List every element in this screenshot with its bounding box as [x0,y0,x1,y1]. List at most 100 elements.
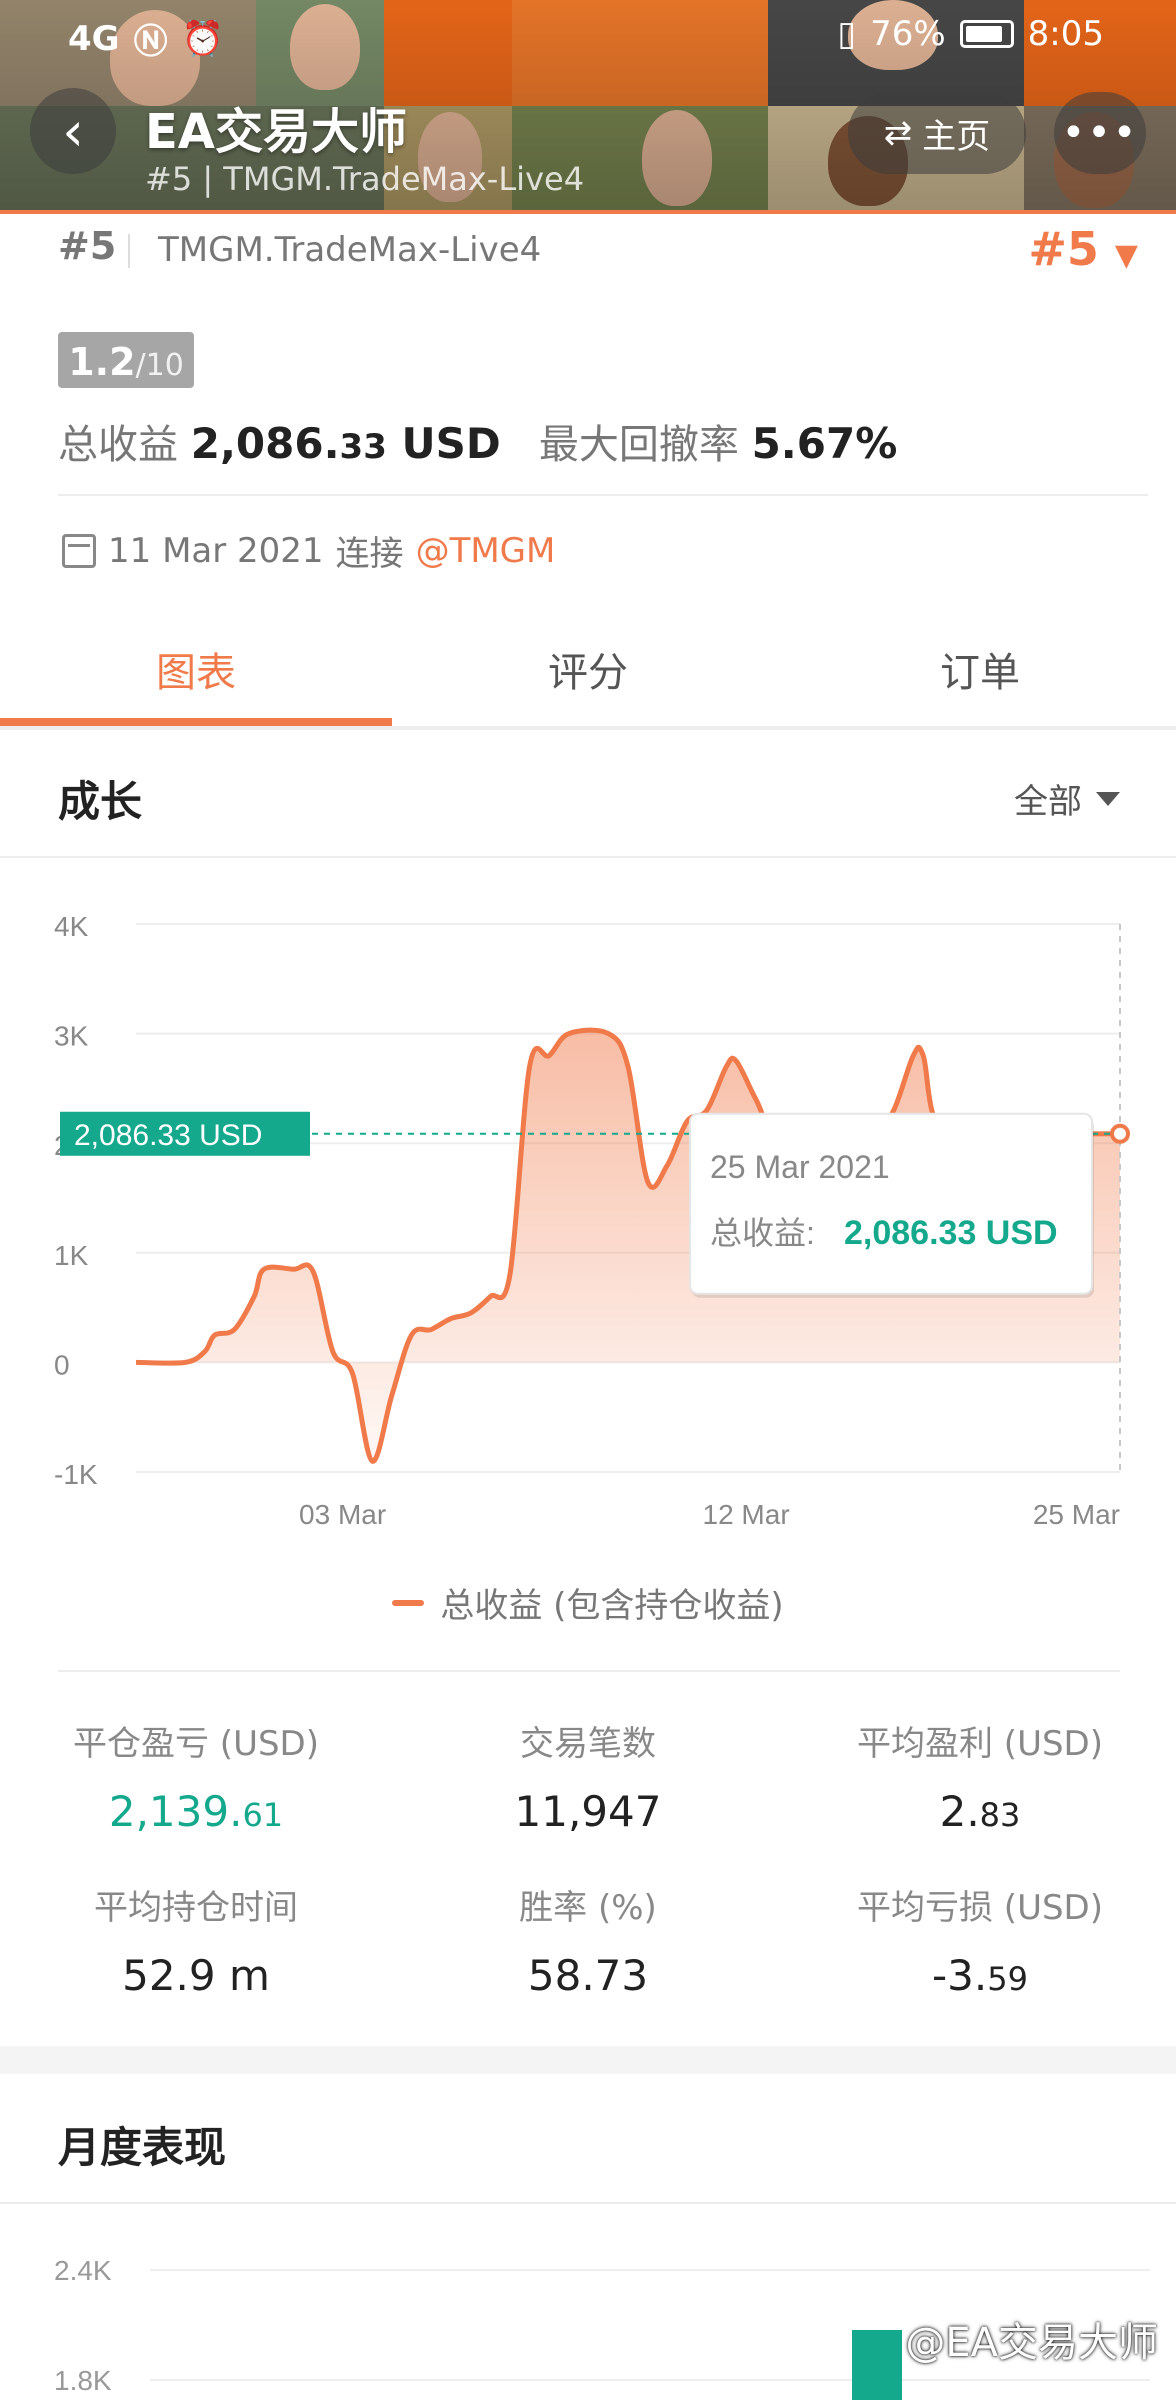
total-profit-decimals: 33 [339,427,387,467]
tooltip-label: 总收益: [710,1215,815,1251]
banner-accent-line [0,210,1176,214]
stat-avg-hold-time: 平均持仓时间 52.9 m [0,1880,392,2000]
tooltip-date: 25 Mar 2021 [710,1149,890,1185]
divider [0,726,1176,730]
monthly-chart[interactable]: 2.4K 1.8K [0,2210,1176,2400]
broker-link[interactable]: @TMGM [416,531,556,571]
legend-swatch [392,1599,425,1606]
separator [128,234,130,268]
back-button[interactable]: ‹ [30,88,116,174]
total-profit-value: 2,086. [190,419,340,468]
alarm-icon: ⏰ [181,18,224,59]
profit-summary: 总收益 2,086.33 USD 最大回撤率 5.67% [58,412,897,470]
divider [0,2202,1176,2204]
range-filter[interactable]: 全部 [1014,774,1120,823]
y-tick-label: 0 [54,1349,70,1380]
stat-value: 2.83 [939,1787,1021,1836]
vibrate-icon: ▯ [837,14,857,54]
total-profit-label: 总收益 [58,422,178,468]
section-title: 月度表现 [58,2123,227,2172]
stat-avg-profit: 平均盈利 (USD) 2.83 [784,1716,1176,1836]
chevron-left-icon: ‹ [62,99,84,163]
divider [58,1670,1120,1672]
stat-label: 平均盈利 (USD) [857,1724,1103,1764]
y-tick-label: 1.8K [54,2365,112,2396]
data-point-marker [1110,1123,1130,1144]
x-tick-label: 12 Mar [703,1499,790,1530]
stat-value: 2,139.61 [108,1787,284,1836]
score-value: 1.2 [68,340,136,384]
y-tick-label: 4K [54,911,89,942]
battery-percent: 76% [870,14,946,54]
chart-legend[interactable]: 总收益 (包含持仓收益) [0,1578,1176,1627]
stat-label: 胜率 (%) [519,1888,657,1928]
stat-label: 平均亏损 (USD) [857,1888,1103,1928]
stat-label: 平均持仓时间 [94,1888,298,1928]
stat-value: 52.9 m [122,1951,270,2000]
tab-indicator [0,718,392,726]
stat-value: 11,947 [514,1787,662,1836]
tab-orders[interactable]: 订单 [784,640,1176,698]
y-tick-label: -1K [54,1459,98,1490]
tooltip-box [689,1112,1093,1295]
connect-info: 11 Mar 2021 连接 @TMGM [62,526,555,575]
y-tick-label: 3K [54,1021,89,1052]
watermark: @EA交易大师 [905,2320,1158,2366]
section-gap [0,2046,1176,2074]
tab-rating[interactable]: 评分 [392,640,784,698]
home-button[interactable]: ⇄ 主页 [848,92,1026,174]
status-bar: 4G Ⓝ ⏰ ▯ 76% 8:05 [0,0,1176,70]
range-filter-label: 全部 [1014,782,1082,822]
divider [0,856,1176,858]
divider [58,494,1148,496]
rank-dropdown[interactable]: #5 ▼ [1028,222,1138,276]
ellipsis-icon: ••• [1061,110,1139,156]
caret-down-icon [1096,791,1120,806]
connect-label: 连接 [335,534,404,574]
score-badge: 1.2 /10 [58,332,194,388]
battery-icon [959,20,1014,48]
total-profit-unit: USD [401,419,501,468]
stat-closed-pnl: 平仓盈亏 (USD) 2,139.61 [0,1716,392,1836]
growth-chart[interactable]: 4K3K2K1K0-1K03 Mar12 Mar25 Mar2,086.33 U… [0,860,1176,1540]
x-tick-label: 03 Mar [299,1499,386,1530]
current-value-label: 2,086.33 USD [74,1119,262,1152]
rank-row: #5 TMGM.TradeMax-Live4 #5 ▼ [58,222,1138,278]
section-title: 成长 [58,777,143,826]
rank-small: #5 [58,224,117,268]
score-max: /10 [135,348,184,383]
drawdown-value: 5.67% [751,419,898,468]
stat-avg-loss: 平均亏损 (USD) -3.59 [784,1880,1176,2000]
stat-value: 58.73 [527,1951,649,2000]
x-tick-label: 25 Mar [1033,1499,1120,1530]
page-subtitle: #5 | TMGM.TradeMax-Live4 [145,160,585,198]
drawdown-label: 最大回撤率 [538,422,739,468]
page-title: EA交易大师 [145,104,407,160]
clock: 8:05 [1027,14,1104,54]
header-banner: 4G Ⓝ ⏰ ▯ 76% 8:05 ‹ EA交易大师 #5 | TMGM.Tra… [0,0,1176,212]
server-name: TMGM.TradeMax-Live4 [158,230,542,270]
stat-win-rate: 胜率 (%) 58.73 [392,1880,784,2000]
stat-trade-count: 交易笔数 11,947 [392,1716,784,1836]
stat-value: -3.59 [932,1951,1028,2000]
tooltip-value: 2,086.33 USD [844,1214,1058,1252]
growth-header: 成长 全部 [0,732,1176,856]
monthly-header: 月度表现 [0,2078,1176,2202]
y-tick-label: 2.4K [54,2255,112,2286]
more-button[interactable]: ••• [1054,92,1146,174]
rank-big: #5 [1028,222,1099,276]
y-tick-label: 1K [54,1240,89,1271]
stat-label: 平仓盈亏 (USD) [73,1724,319,1764]
nfc-icon: Ⓝ [133,22,168,62]
tab-bar: 图表 评分 订单 [0,600,1176,730]
monthly-bar [852,2330,902,2400]
swap-icon: ⇄ [883,113,913,153]
calendar-icon [62,533,96,568]
home-label: 主页 [922,116,991,157]
tab-chart[interactable]: 图表 [0,640,392,698]
connect-date: 11 Mar 2021 [108,530,324,571]
signal-icon: 4G [68,18,120,59]
triangle-down-icon: ▼ [1114,238,1138,273]
legend-label: 总收益 (包含持仓收益) [440,1586,784,1626]
stat-label: 交易笔数 [520,1724,656,1764]
